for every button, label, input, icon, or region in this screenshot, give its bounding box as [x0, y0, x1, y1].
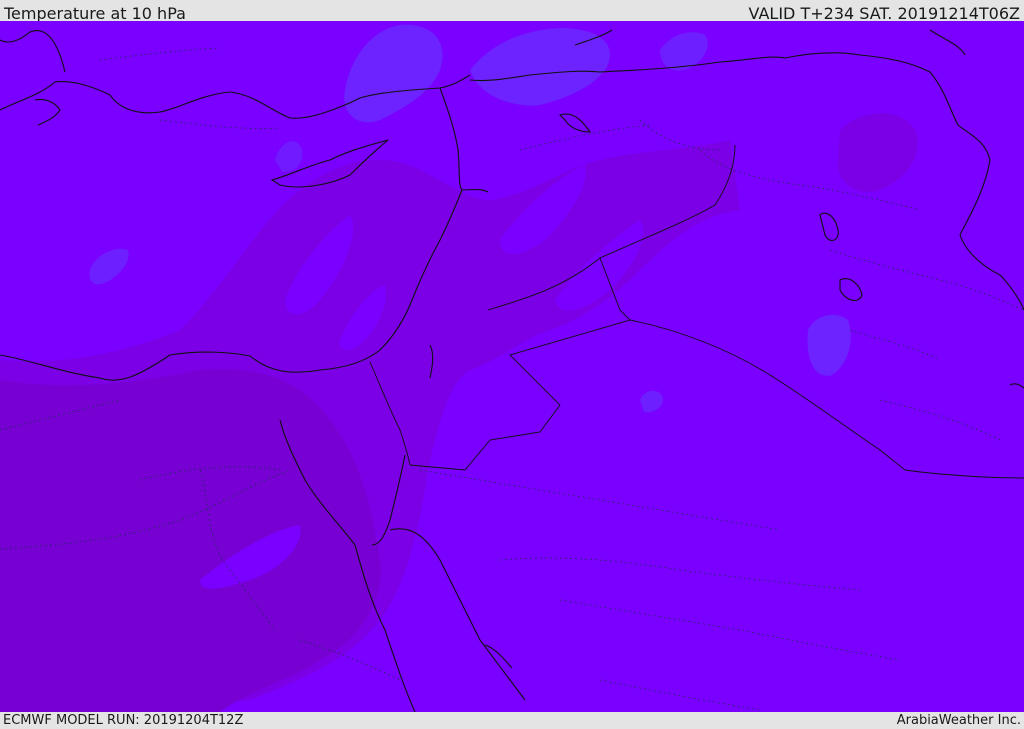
header-bar: Temperature at 10 hPa VALID T+234 SAT. 2… [0, 0, 1024, 23]
credit-label: ArabiaWeather Inc. [896, 713, 1021, 728]
temperature-map[interactable] [0, 21, 1024, 712]
model-run-label: ECMWF MODEL RUN: 20191204T12Z [3, 713, 244, 728]
footer-bar: ECMWF MODEL RUN: 20191204T12Z ArabiaWeat… [0, 712, 1024, 729]
map-canvas [0, 21, 1024, 712]
